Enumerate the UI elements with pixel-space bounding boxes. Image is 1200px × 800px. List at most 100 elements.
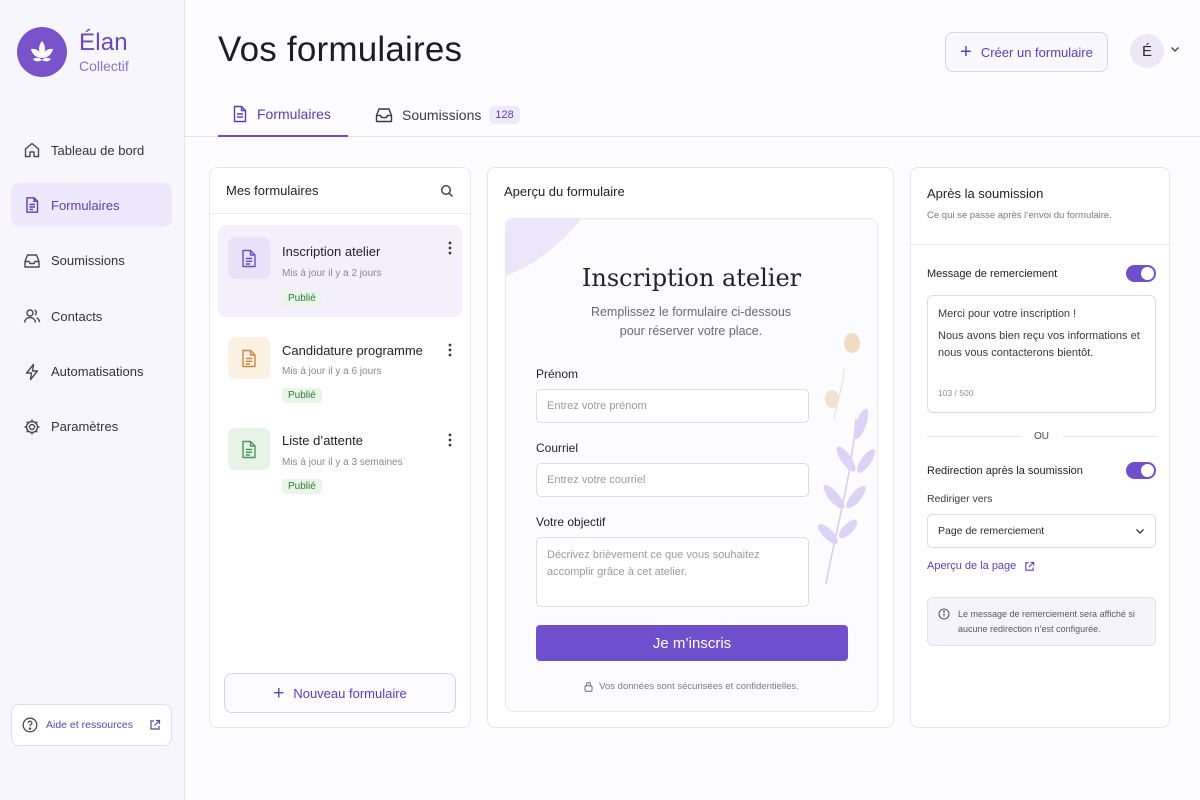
- redirect-toggle[interactable]: [1126, 462, 1156, 479]
- form-card-inscription[interactable]: Inscription atelier Mis à jour il y a 2 …: [218, 225, 462, 317]
- email-label: Courriel: [536, 441, 579, 455]
- avatar[interactable]: É: [1130, 34, 1164, 68]
- sidebar-item-label: Contacts: [51, 308, 103, 324]
- preview-panel-title: Aperçu du formulaire: [504, 183, 625, 199]
- page-preview-link[interactable]: Aperçu de la page: [927, 560, 1035, 572]
- redirect-select-value: Page de remerciement: [938, 525, 1045, 537]
- form-updated: Mis à jour il y a 2 jours: [282, 268, 382, 279]
- thanks-message-toggle[interactable]: [1126, 265, 1156, 282]
- search-icon[interactable]: [440, 184, 454, 198]
- or-divider: OU: [927, 431, 1156, 442]
- email-input[interactable]: [536, 463, 809, 497]
- brand-name: Élan: [79, 29, 128, 56]
- after-submission-panel: Après la soumission Ce qui se passe aprè…: [910, 167, 1170, 728]
- forms-list-panel: Mes formulaires Inscription atelier Mis …: [209, 167, 471, 728]
- tab-submissions[interactable]: Soumissions 128: [375, 92, 520, 137]
- page-title: Vos formulaires: [218, 30, 463, 69]
- document-icon: [228, 237, 270, 279]
- plus-icon: +: [273, 682, 285, 704]
- chevron-down-icon[interactable]: [1170, 46, 1180, 53]
- external-link-icon: [1024, 561, 1035, 572]
- security-note-text: Vos données sont sécurisées et confident…: [599, 681, 799, 692]
- tab-forms[interactable]: Formulaires: [218, 92, 348, 137]
- lock-icon: [584, 681, 593, 692]
- goal-label: Votre objectif: [536, 515, 606, 529]
- tab-label: Formulaires: [257, 105, 331, 122]
- users-icon: [22, 306, 42, 326]
- redirect-row: Redirection après la soumission: [927, 462, 1156, 479]
- document-icon: [228, 337, 270, 379]
- more-vertical-icon[interactable]: [448, 241, 452, 255]
- thanks-message-line1: Merci pour votre inscription !: [938, 308, 1077, 320]
- info-note-text: Le message de remerciement sera affiché …: [958, 609, 1135, 634]
- inbox-icon: [22, 251, 42, 271]
- or-label: OU: [1034, 431, 1049, 442]
- sidebar-item-forms[interactable]: Formulaires: [11, 183, 172, 228]
- more-vertical-icon[interactable]: [448, 433, 452, 447]
- sidebar-item-settings[interactable]: Paramètres: [11, 405, 172, 449]
- submissions-count-badge: 128: [489, 105, 520, 124]
- decorative-leaf-illustration: [818, 333, 876, 585]
- after-panel-description: Ce qui se passe après l’envoi du formula…: [927, 210, 1112, 221]
- sidebar-item-automations[interactable]: Automatisations: [11, 350, 172, 394]
- sidebar-item-label: Paramètres: [51, 419, 119, 435]
- new-form-button[interactable]: + Nouveau formulaire: [224, 673, 456, 713]
- home-icon: [22, 140, 42, 160]
- create-form-label: Créer un formulaire: [980, 44, 1093, 60]
- form-card-waitlist[interactable]: Liste d’attente Mis à jour il y a 3 sema…: [218, 416, 462, 508]
- thanks-message-textarea[interactable]: Merci pour votre inscription ! Nous avon…: [927, 295, 1156, 413]
- form-preview-subtitle-line1: Remplissez le formulaire ci-dessous: [590, 305, 792, 319]
- help-label: Aide et ressources: [46, 719, 133, 731]
- status-badge: Publié: [282, 388, 322, 403]
- first-name-input[interactable]: [536, 389, 809, 423]
- sidebar-item-label: Formulaires: [51, 197, 120, 213]
- form-title: Liste d’attente: [282, 433, 363, 448]
- create-form-button[interactable]: + Créer un formulaire: [945, 32, 1108, 72]
- more-vertical-icon[interactable]: [448, 343, 452, 357]
- redirect-select[interactable]: Page de remerciement: [927, 514, 1156, 548]
- sidebar-item-dashboard[interactable]: Tableau de bord: [11, 128, 172, 172]
- page-preview-link-label: Aperçu de la page: [927, 560, 1017, 572]
- document-icon: [232, 105, 248, 123]
- form-title: Candidature programme: [282, 343, 423, 358]
- gear-icon: [22, 417, 42, 437]
- preview-panel-header: Aperçu du formulaire: [488, 168, 893, 214]
- status-badge: Publié: [282, 479, 322, 494]
- brand-subtitle: Collectif: [79, 58, 129, 74]
- status-badge: Publié: [282, 291, 322, 306]
- redirect-to-label: Rediriger vers: [927, 493, 993, 505]
- form-preview-title: Inscription atelier: [581, 264, 802, 292]
- after-panel-header: Après la soumission Ce qui se passe aprè…: [911, 168, 1169, 245]
- form-preview-frame: Inscription atelier Remplissez le formul…: [505, 218, 878, 712]
- form-updated: Mis à jour il y a 3 semaines: [282, 457, 403, 468]
- forms-panel-header: Mes formulaires: [210, 168, 470, 214]
- info-icon: [938, 608, 950, 636]
- sidebar-item-contacts[interactable]: Contacts: [11, 294, 172, 338]
- chevron-down-icon: [1135, 528, 1145, 535]
- help-icon: [22, 717, 38, 733]
- help-resources-link[interactable]: Aide et ressources: [11, 704, 172, 746]
- register-submit-button[interactable]: Je m’inscris: [536, 625, 848, 661]
- external-link-icon: [149, 719, 161, 731]
- inbox-icon: [375, 107, 393, 123]
- after-panel-title: Après la soumission: [927, 186, 1044, 201]
- thanks-message-line2: Nous avons bien reçu vos informations et…: [938, 330, 1140, 359]
- bolt-icon: [22, 362, 42, 382]
- sidebar-item-label: Soumissions: [51, 253, 125, 269]
- form-title: Inscription atelier: [282, 244, 381, 259]
- sidebar-nav: Tableau de bord Formulaires Soumissions: [11, 128, 172, 460]
- sidebar: Élan Collectif Tableau de bord Formulair…: [0, 0, 185, 800]
- document-icon: [22, 195, 42, 215]
- form-card-candidature[interactable]: Candidature programme Mis à jour il y a …: [218, 325, 462, 417]
- security-note: Vos données sont sécurisées et confident…: [506, 681, 877, 692]
- character-count: 103 / 500: [938, 388, 974, 398]
- sidebar-item-submissions[interactable]: Soumissions: [11, 239, 172, 283]
- thanks-toggle-label: Message de remerciement: [927, 267, 1058, 280]
- brand[interactable]: Élan Collectif: [17, 27, 129, 77]
- lotus-logo-icon: [17, 27, 67, 77]
- form-preview-subtitle: Remplissez le formulaire ci-dessous pour…: [566, 303, 816, 341]
- form-preview-subtitle-line2: pour réserver votre place.: [619, 324, 763, 338]
- sidebar-item-label: Tableau de bord: [51, 142, 145, 158]
- plus-icon: +: [960, 41, 972, 63]
- goal-textarea[interactable]: [536, 537, 809, 607]
